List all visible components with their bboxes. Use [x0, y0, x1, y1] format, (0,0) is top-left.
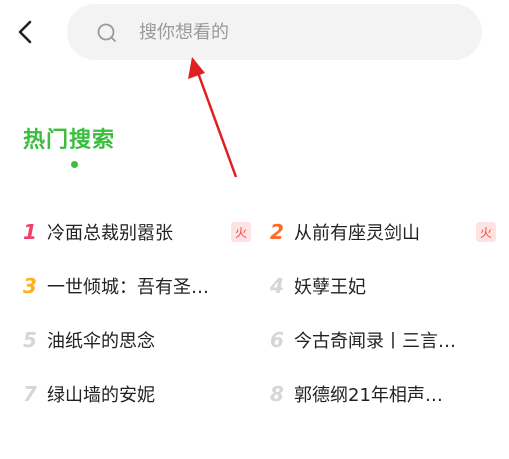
rank-number: 2 [270, 220, 284, 244]
hot-item-2[interactable]: 2 从前有座灵剑山 火 [270, 212, 500, 252]
hot-item-title: 冷面总裁别嚣张 [47, 223, 173, 244]
hot-item-1[interactable]: 1 冷面总裁别嚣张 火 [23, 212, 253, 252]
rank-number: 8 [270, 382, 284, 406]
rank-number: 4 [270, 274, 284, 298]
hot-item-title: 绿山墙的安妮 [47, 385, 155, 406]
hot-item-4[interactable]: 4 妖孽王妃 [270, 266, 500, 306]
hot-item-title: 今古奇闻录丨三言… [294, 331, 456, 352]
rank-number: 3 [23, 274, 37, 298]
hot-item-8[interactable]: 8 郭德纲21年相声… [270, 374, 500, 414]
hot-badge-icon: 火 [476, 222, 496, 242]
title-indicator-dot [71, 161, 78, 168]
back-button[interactable] [8, 14, 44, 50]
search-bar[interactable] [67, 4, 482, 60]
rank-number: 6 [270, 328, 284, 352]
hot-item-title: 从前有座灵剑山 [294, 223, 420, 244]
hot-item-6[interactable]: 6 今古奇闻录丨三言… [270, 320, 500, 360]
hot-item-7[interactable]: 7 绿山墙的安妮 [23, 374, 253, 414]
chevron-left-icon [18, 20, 32, 44]
hot-item-3[interactable]: 3 一世倾城：吾有圣… [23, 266, 253, 306]
hot-item-title: 妖孽王妃 [294, 277, 366, 298]
rank-number: 7 [23, 382, 37, 406]
hot-badge-icon: 火 [231, 222, 251, 242]
search-input[interactable] [139, 4, 459, 60]
rank-number: 1 [23, 220, 37, 244]
search-icon [97, 23, 116, 42]
hot-item-title: 一世倾城：吾有圣… [47, 277, 209, 298]
hot-item-5[interactable]: 5 油纸伞的思念 [23, 320, 253, 360]
hot-item-title: 郭德纲21年相声… [294, 385, 443, 406]
hot-item-title: 油纸伞的思念 [47, 331, 155, 352]
rank-number: 5 [23, 328, 37, 352]
hot-search-title: 热门搜索 [23, 128, 116, 153]
